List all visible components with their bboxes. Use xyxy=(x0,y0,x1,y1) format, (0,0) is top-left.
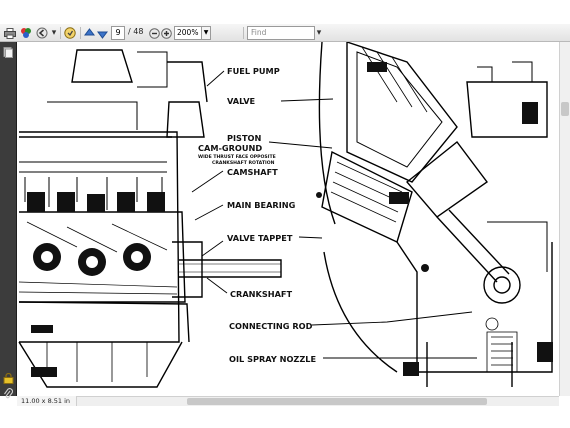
page-number-input[interactable]: 9 xyxy=(111,26,125,40)
next-page-icon[interactable] xyxy=(96,26,108,40)
label-cam-ground: CAM-GROUND xyxy=(198,143,262,153)
label-valve-tappet: VALVE TAPPET xyxy=(227,233,293,243)
document-page-view[interactable]: FUEL PUMP VALVE PISTON CAM-GROUND WIDE T… xyxy=(17,42,559,396)
window-bottom-area xyxy=(0,406,570,428)
save-icon[interactable] xyxy=(63,26,77,40)
print-icon[interactable] xyxy=(3,26,17,40)
lock-icon[interactable] xyxy=(2,372,14,384)
zoom-in-icon[interactable] xyxy=(161,26,172,40)
engine-cutaway-drawing: FUEL PUMP VALVE PISTON CAM-GROUND WIDE T… xyxy=(18,42,553,388)
pages-panel-icon[interactable] xyxy=(2,46,14,58)
label-camshaft: CAMSHAFT xyxy=(227,167,278,177)
toolbar-separator xyxy=(60,27,61,39)
zoom-level-field[interactable]: 200% xyxy=(174,26,202,40)
label-wide-thrust: WIDE THRUST FACE OPPOSITE xyxy=(198,154,276,160)
toolbar-separator xyxy=(80,27,81,39)
attachment-icon[interactable] xyxy=(2,387,14,399)
label-piston: PISTON xyxy=(227,133,261,143)
label-oil-spray-nozzle: OIL SPRAY NOZZLE xyxy=(229,354,316,364)
page-size-status: 11.00 x 8.51 in xyxy=(17,396,77,406)
toolbar-separator xyxy=(243,27,244,39)
prev-page-icon[interactable] xyxy=(83,26,95,40)
zoom-out-icon[interactable] xyxy=(149,26,160,40)
zoom-dropdown-icon[interactable]: ▼ xyxy=(202,26,211,40)
label-fuel-pump: FUEL PUMP xyxy=(227,66,280,76)
find-input[interactable]: Find xyxy=(247,26,315,40)
label-crankshaft-rotation: CRANKSHAFT ROTATION xyxy=(212,160,275,166)
viewer-toolbar: ▾ 9 / 48 200% ▼ Find ▾ xyxy=(0,24,570,42)
label-crankshaft: CRANKSHAFT xyxy=(230,289,293,299)
tools-icon[interactable] xyxy=(19,26,33,40)
window-top-area xyxy=(0,0,570,24)
horizontal-scrollbar[interactable] xyxy=(17,396,559,406)
back-dropdown-icon[interactable]: ▾ xyxy=(50,26,58,40)
navigation-sidebar xyxy=(0,42,17,399)
find-dropdown-icon[interactable]: ▾ xyxy=(315,26,323,40)
label-connecting-rod: CONNECTING ROD xyxy=(229,321,313,331)
label-main-bearing: MAIN BEARING xyxy=(227,200,296,210)
horizontal-scroll-thumb[interactable] xyxy=(187,398,487,405)
vertical-scroll-thumb[interactable] xyxy=(561,102,569,116)
vertical-scrollbar[interactable] xyxy=(559,42,570,396)
page-total: / 48 xyxy=(128,27,144,36)
label-valve: VALVE xyxy=(227,96,255,106)
back-icon[interactable] xyxy=(35,26,49,40)
